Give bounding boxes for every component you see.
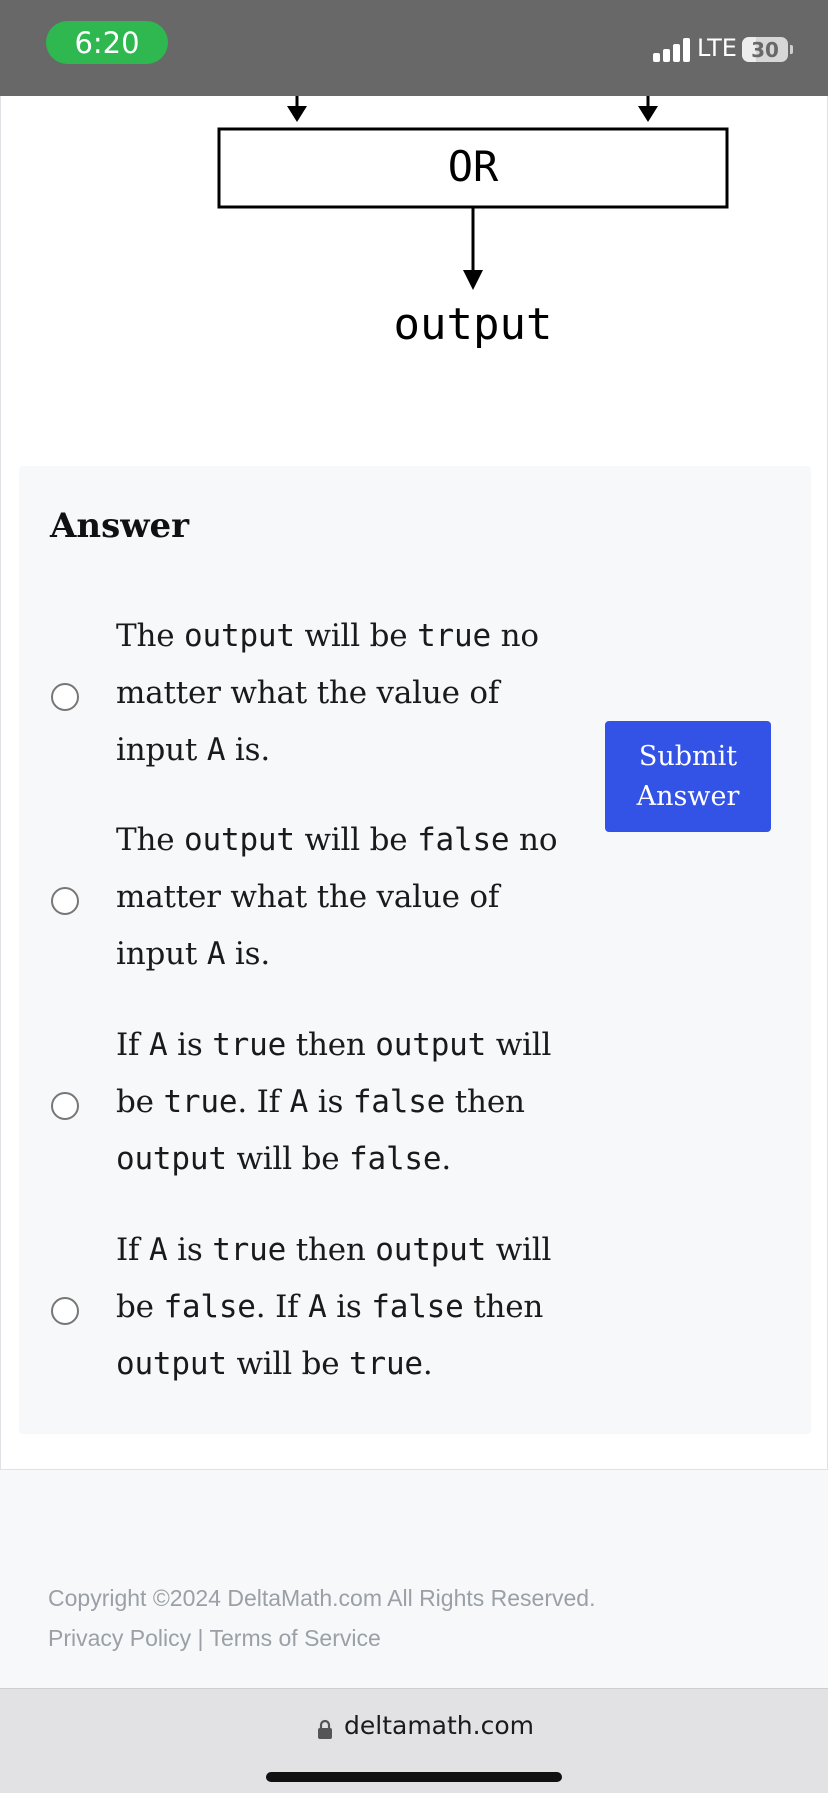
radio-button[interactable] (51, 1297, 79, 1325)
code-term: false (371, 1289, 464, 1325)
text-segment: will be (226, 1346, 350, 1382)
problem-card: OR output Answer The output will be true… (0, 96, 828, 1470)
answer-panel: Answer The output will be true no matter… (19, 466, 811, 1434)
text-segment: is. (225, 936, 271, 972)
browser-url-bar[interactable]: deltamath.com (0, 1688, 828, 1793)
radio-button[interactable] (51, 1092, 79, 1120)
code-term: true (212, 1232, 287, 1268)
option-text: The output will be false no matter what … (116, 812, 576, 983)
code-term: output (116, 1346, 227, 1382)
battery-tip (790, 45, 793, 54)
code-term: false (163, 1289, 256, 1325)
text-segment: will be (294, 618, 418, 654)
output-arrow (463, 207, 483, 290)
code-term: output (375, 1027, 487, 1063)
footer-separator: | (197, 1625, 204, 1651)
radio-button[interactable] (51, 887, 79, 915)
text-segment: The (116, 822, 185, 858)
text-segment: will be (226, 1141, 350, 1177)
text-segment: . (422, 1346, 433, 1382)
text-segment: . (441, 1141, 452, 1177)
code-term: A (206, 936, 226, 972)
text-segment: then (445, 1084, 525, 1120)
text-segment: then (463, 1289, 544, 1325)
radio-button[interactable] (51, 683, 79, 711)
submit-label-line1: Submit (638, 740, 738, 772)
code-term: true (212, 1027, 287, 1063)
network-label: LTE (697, 34, 737, 62)
text-segment: is (326, 1289, 372, 1325)
footer: Copyright ©2024 DeltaMath.com All Rights… (48, 1578, 595, 1658)
answer-option-4[interactable]: If A is true then output will be false. … (19, 1222, 579, 1412)
code-term: false (349, 1141, 442, 1177)
submit-label-line2: Answer (636, 780, 740, 812)
text-segment: is (308, 1084, 353, 1120)
answer-option-2[interactable]: The output will be false no matter what … (19, 812, 579, 1002)
status-time: 6:20 (46, 21, 168, 64)
or-gate-label: OR (448, 142, 499, 191)
text-segment: is (167, 1027, 213, 1063)
text-segment: then (286, 1232, 376, 1268)
code-term: output (184, 822, 295, 858)
code-term: A (289, 1084, 309, 1120)
battery-icon: 30 (742, 37, 788, 62)
text-segment: The (116, 618, 185, 654)
privacy-policy-link[interactable]: Privacy Policy (48, 1625, 191, 1651)
code-term: true (163, 1084, 238, 1120)
code-term: false (417, 822, 510, 858)
input-arrow-right (638, 96, 658, 122)
text-segment: is (167, 1232, 213, 1268)
url-text: deltamath.com (344, 1711, 534, 1740)
code-term: output (375, 1232, 487, 1268)
text-segment: If (116, 1027, 149, 1063)
status-bar: 6:20 LTE 30 (0, 0, 828, 96)
code-term: A (148, 1232, 168, 1268)
logic-diagram: OR output (217, 96, 729, 350)
code-term: A (308, 1289, 327, 1325)
text-segment: If (116, 1232, 149, 1268)
text-segment: is. (225, 732, 271, 768)
option-text: The output will be true no matter what t… (116, 608, 576, 779)
answer-option-3[interactable]: If A is true then output will be true. I… (19, 1017, 579, 1207)
text-segment: . If (255, 1289, 309, 1325)
terms-of-service-link[interactable]: Terms of Service (210, 1625, 381, 1651)
code-term: A (206, 732, 226, 768)
text-segment: will be (294, 822, 418, 858)
home-indicator (266, 1772, 562, 1782)
text-segment: . If (237, 1084, 290, 1120)
code-term: false (352, 1084, 446, 1120)
code-term: A (148, 1027, 168, 1063)
signal-icon (653, 38, 691, 62)
lock-icon (318, 1719, 332, 1739)
copyright-text: Copyright ©2024 DeltaMath.com All Rights… (48, 1585, 596, 1611)
option-text: If A is true then output will be true. I… (116, 1017, 576, 1188)
battery-level: 30 (751, 37, 779, 62)
option-text: If A is true then output will be false. … (116, 1222, 576, 1393)
code-term: true (417, 618, 491, 654)
footer-links: Privacy Policy | Terms of Service (48, 1618, 595, 1658)
submit-answer-button[interactable]: Submit Answer (605, 721, 771, 832)
output-label: output (394, 299, 553, 350)
input-arrow-left (287, 96, 307, 122)
answer-title: Answer (50, 506, 190, 546)
code-term: true (349, 1346, 423, 1382)
answer-option-1[interactable]: The output will be true no matter what t… (19, 608, 579, 798)
text-segment: then (286, 1027, 376, 1063)
code-term: output (116, 1141, 227, 1177)
code-term: output (184, 618, 295, 654)
